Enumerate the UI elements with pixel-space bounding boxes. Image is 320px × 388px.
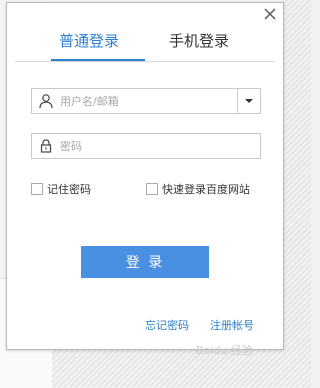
close-icon	[263, 7, 277, 21]
chevron-down-icon	[245, 99, 253, 103]
remember-password-label: 记住密码	[47, 183, 91, 196]
quick-login-checkbox[interactable]	[146, 183, 158, 195]
account-dropdown-button[interactable]	[237, 89, 260, 113]
username-field	[31, 88, 261, 114]
login-tabs: 普通登录 手机登录	[15, 29, 275, 63]
quick-login-label: 快速登录百度网站	[162, 183, 250, 196]
background-right-panel	[283, 0, 311, 387]
password-field	[31, 133, 261, 159]
remember-password-option[interactable]: 记住密码	[31, 181, 91, 197]
forgot-password-link[interactable]: 忘记密码	[145, 317, 189, 333]
tab-divider	[15, 61, 275, 62]
user-icon	[38, 93, 54, 109]
register-account-link[interactable]: 注册帐号	[210, 317, 254, 333]
lock-icon	[38, 138, 54, 154]
tab-normal-login[interactable]: 普通登录	[59, 29, 119, 53]
quick-login-option[interactable]: 快速登录百度网站	[146, 181, 250, 197]
login-dialog: 普通登录 手机登录 记住密码	[6, 2, 284, 350]
tab-phone-login[interactable]: 手机登录	[169, 29, 229, 53]
close-button[interactable]	[263, 7, 277, 21]
remember-password-checkbox[interactable]	[31, 183, 43, 195]
active-tab-indicator	[51, 59, 145, 61]
background-bottom-panel	[52, 350, 311, 387]
password-input[interactable]	[60, 136, 255, 156]
login-button[interactable]: 登 录	[81, 246, 209, 278]
username-input[interactable]	[60, 91, 235, 111]
